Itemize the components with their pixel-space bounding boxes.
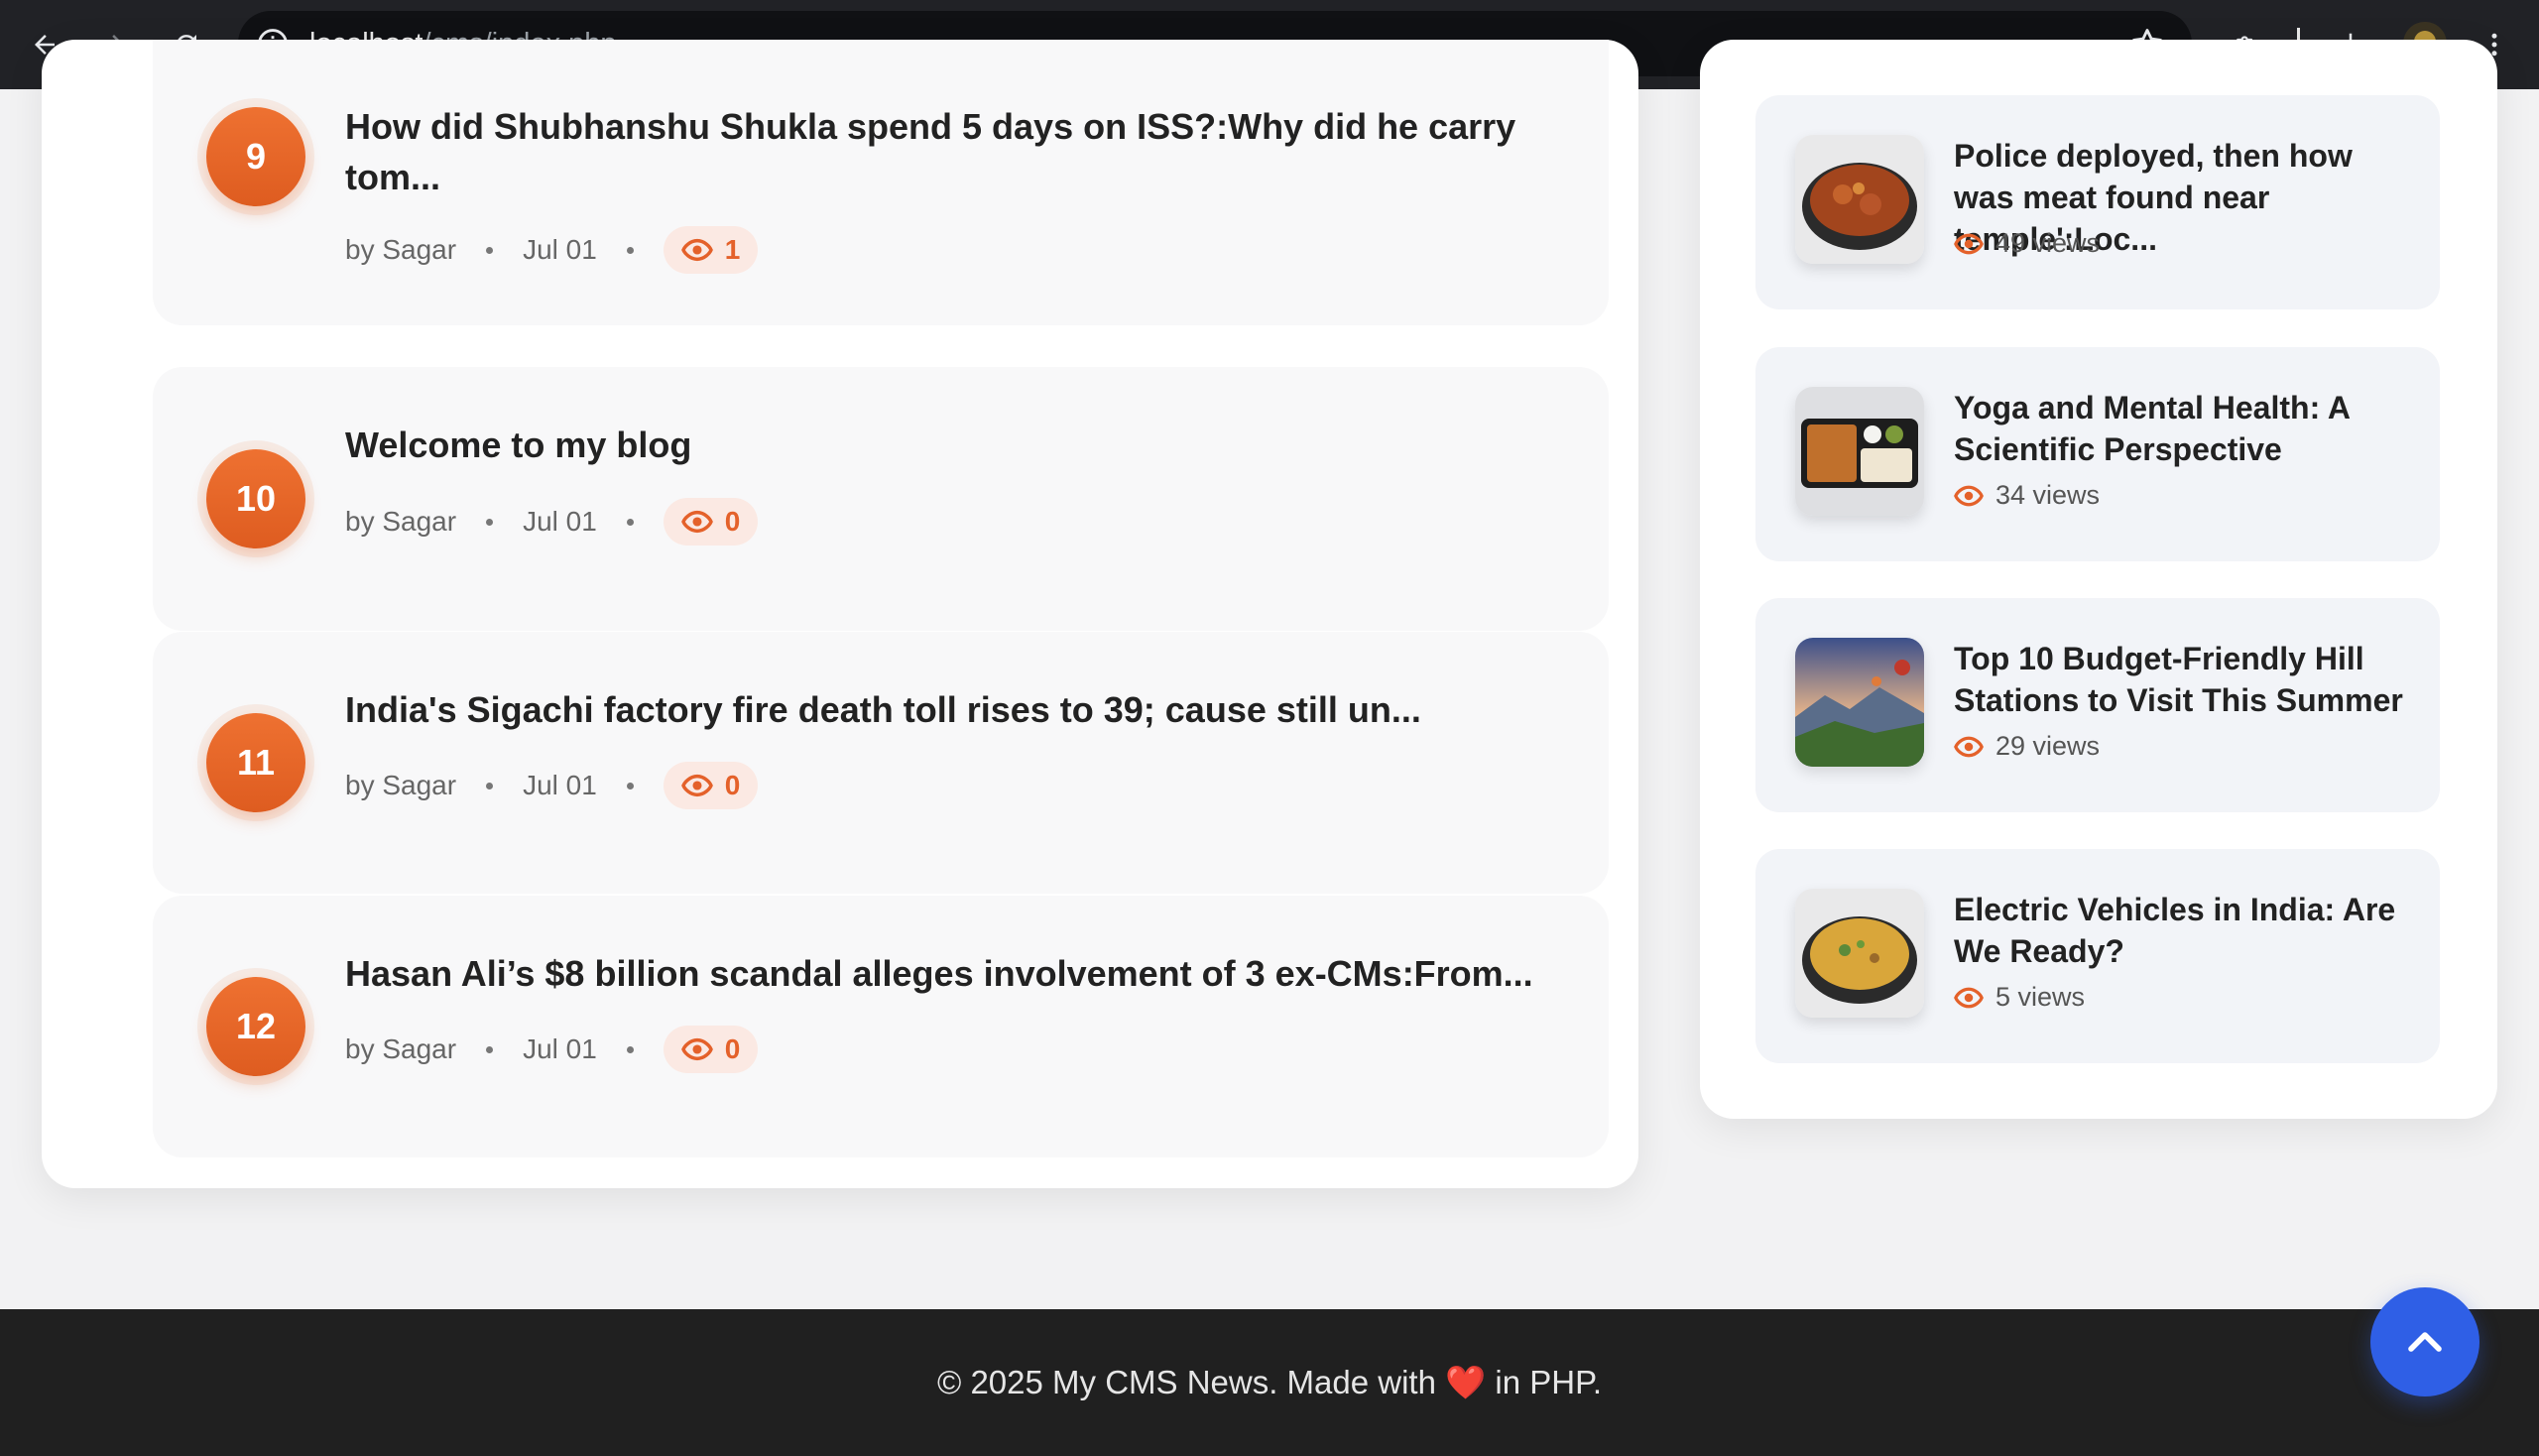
views-count: 0 — [724, 1033, 741, 1064]
hill-balloons-image-icon — [1795, 638, 1924, 767]
separator-dot — [486, 246, 494, 254]
separator-dot — [626, 246, 634, 254]
sidebar-post-title[interactable]: Electric Vehicles in India: Are We Ready… — [1954, 889, 2410, 972]
post-author: by Sagar — [345, 234, 457, 265]
post-title[interactable]: Hasan Ali’s $8 billion scandal alleges i… — [345, 948, 1575, 999]
post-date: Jul 01 — [523, 1033, 597, 1064]
separator-dot — [486, 1045, 494, 1053]
views-badge: 0 — [663, 1026, 759, 1073]
sidebar-post-item[interactable]: Police deployed, then how was meat found… — [1755, 95, 2440, 309]
post-item[interactable]: 11 India's Sigachi factory fire death to… — [153, 632, 1609, 894]
curry-bowl-image-icon — [1795, 135, 1924, 264]
views-count: 5 views — [1995, 982, 2086, 1012]
sidebar-post-views: 49 views — [1954, 228, 2100, 259]
scroll-to-top-button[interactable] — [2370, 1287, 2479, 1396]
popular-posts-sidebar: Police deployed, then how was meat found… — [1700, 40, 2497, 1119]
site-footer: © 2025 My CMS News. Made with ❤️ in PHP. — [0, 1309, 2539, 1456]
post-date: Jul 01 — [523, 234, 597, 265]
eye-icon — [680, 238, 713, 262]
post-author: by Sagar — [345, 770, 457, 800]
post-meta: by Sagar Jul 01 1 — [345, 226, 759, 274]
soup-bowl-image-icon — [1795, 889, 1924, 1018]
eye-icon — [680, 774, 713, 797]
eye-icon — [1954, 736, 1984, 757]
chevron-up-icon — [2408, 1332, 2442, 1352]
separator-dot — [486, 518, 494, 526]
views-count: 0 — [724, 506, 741, 537]
curry-bowl-thumbnail[interactable] — [1795, 135, 1924, 264]
sidebar-post-title[interactable]: Top 10 Budget-Friendly Hill Stations to … — [1954, 638, 2410, 721]
post-title[interactable]: How did Shubhanshu Shukla spend 5 days o… — [345, 101, 1575, 202]
sidebar-post-title[interactable]: Yoga and Mental Health: A Scientific Per… — [1954, 387, 2410, 470]
separator-dot — [626, 518, 634, 526]
sidebar-post-item[interactable]: Top 10 Budget-Friendly Hill Stations to … — [1755, 598, 2440, 812]
soup-bowl-thumbnail[interactable] — [1795, 889, 1924, 1018]
post-date: Jul 01 — [523, 770, 597, 800]
rank-badge: 9 — [206, 107, 305, 206]
footer-text: © 2025 My CMS News. Made with ❤️ in PHP. — [937, 1364, 1602, 1402]
rank-badge: 10 — [206, 449, 305, 548]
views-count: 1 — [724, 234, 741, 265]
eye-icon — [1954, 485, 1984, 506]
post-meta: by Sagar Jul 01 0 — [345, 1026, 759, 1073]
sidebar-post-item[interactable]: Electric Vehicles in India: Are We Ready… — [1755, 849, 2440, 1063]
posts-card: 9 How did Shubhanshu Shukla spend 5 days… — [42, 40, 1638, 1188]
eye-icon — [680, 510, 713, 534]
post-item[interactable]: 10 Welcome to my blog by Sagar Jul 01 0 — [153, 367, 1609, 631]
eye-icon — [1954, 987, 1984, 1008]
rank-badge: 12 — [206, 977, 305, 1076]
rank-badge: 11 — [206, 713, 305, 812]
post-item[interactable]: 12 Hasan Ali’s $8 billion scandal allege… — [153, 896, 1609, 1157]
post-item[interactable]: 9 How did Shubhanshu Shukla spend 5 days… — [153, 40, 1609, 325]
separator-dot — [486, 782, 494, 789]
thali-tray-thumbnail[interactable] — [1795, 387, 1924, 516]
post-meta: by Sagar Jul 01 0 — [345, 762, 759, 809]
views-count: 49 views — [1995, 228, 2101, 258]
sidebar-post-views: 5 views — [1954, 982, 2085, 1013]
post-author: by Sagar — [345, 1033, 457, 1064]
footer-suffix: in PHP. — [1495, 1363, 1603, 1400]
sidebar-post-item[interactable]: Yoga and Mental Health: A Scientific Per… — [1755, 347, 2440, 561]
views-count: 0 — [724, 770, 741, 800]
views-count: 29 views — [1995, 731, 2101, 761]
hill-balloons-thumbnail[interactable] — [1795, 638, 1924, 767]
views-badge: 1 — [663, 226, 759, 274]
heart-icon: ❤️ — [1445, 1363, 1487, 1400]
post-title[interactable]: Welcome to my blog — [345, 420, 1575, 470]
separator-dot — [626, 1045, 634, 1053]
views-badge: 0 — [663, 762, 759, 809]
sidebar-post-views: 34 views — [1954, 480, 2100, 511]
thali-tray-image-icon — [1795, 387, 1924, 516]
post-meta: by Sagar Jul 01 0 — [345, 498, 759, 546]
footer-copyright: © 2025 My CMS News. Made with — [936, 1363, 1436, 1400]
views-count: 34 views — [1995, 480, 2101, 510]
separator-dot — [626, 782, 634, 789]
sidebar-post-views: 29 views — [1954, 731, 2100, 762]
post-author: by Sagar — [345, 506, 457, 537]
post-date: Jul 01 — [523, 506, 597, 537]
eye-icon — [1954, 233, 1984, 254]
eye-icon — [680, 1037, 713, 1061]
views-badge: 0 — [663, 498, 759, 546]
post-title[interactable]: India's Sigachi factory fire death toll … — [345, 684, 1575, 735]
